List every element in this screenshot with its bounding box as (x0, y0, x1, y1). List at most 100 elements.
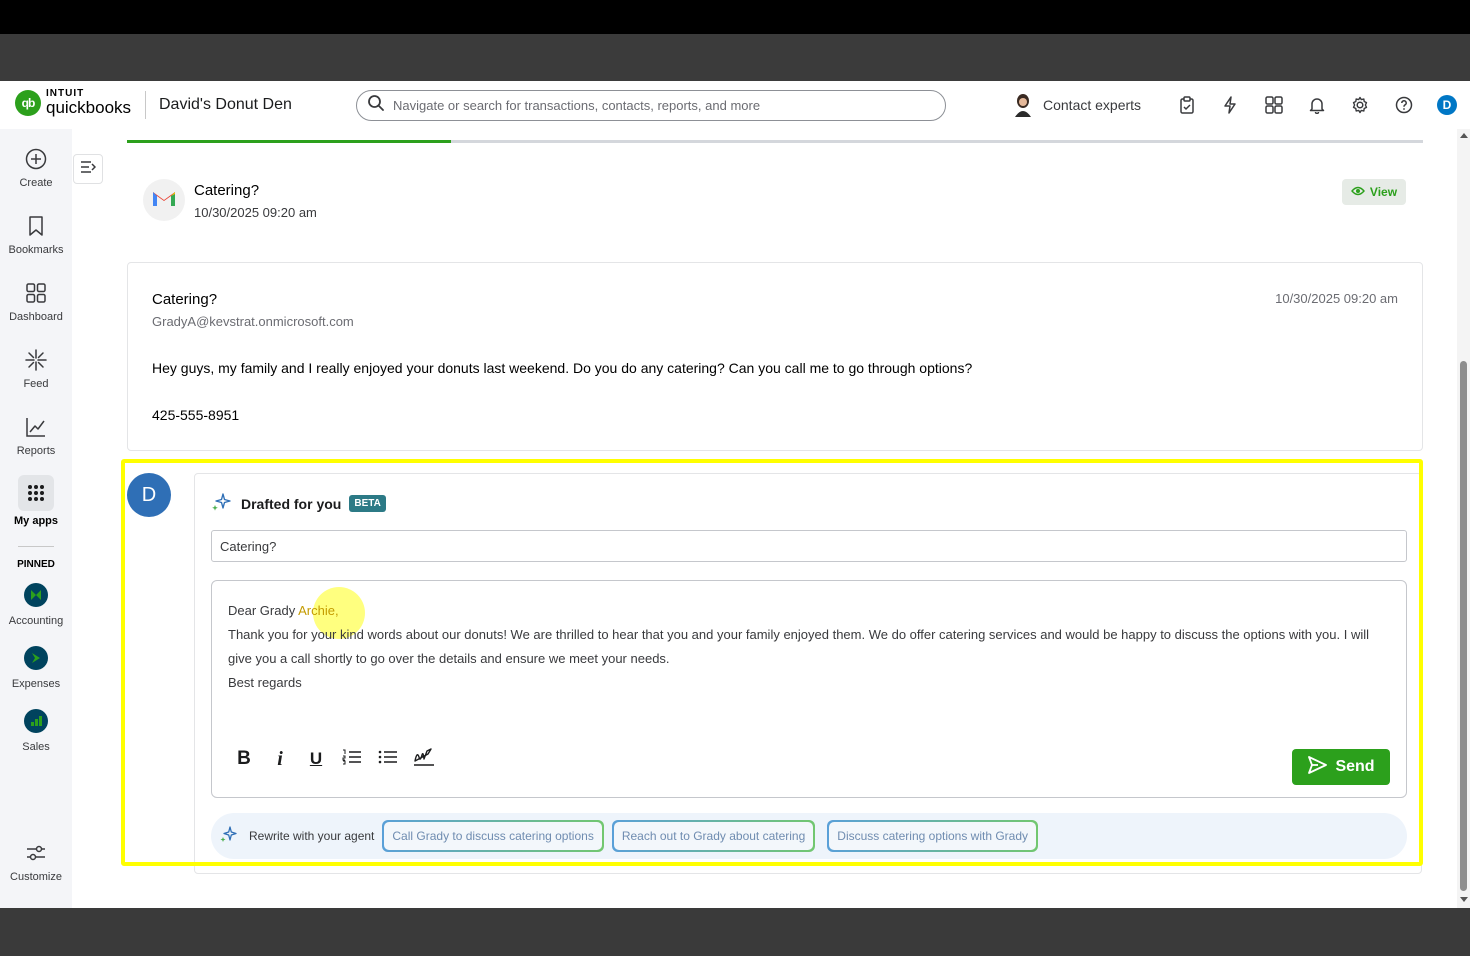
draft-body-editor[interactable]: Dear Grady Archie, Thank you for your ki… (211, 580, 1407, 798)
sidebar-item-expenses[interactable]: Expenses (0, 646, 72, 690)
sidebar-item-label: Sales (22, 741, 50, 753)
numbered-list-button[interactable] (342, 749, 362, 769)
reports-icon (24, 415, 48, 439)
tab-conversations-active-indicator[interactable] (127, 140, 451, 143)
apps-grid-icon (18, 475, 54, 511)
dashboard-icon (24, 281, 48, 305)
italic-icon: i (277, 747, 283, 770)
gear-icon[interactable] (1350, 95, 1370, 115)
sidebar-item-label: Bookmarks (8, 244, 64, 256)
send-button[interactable]: Send (1292, 749, 1390, 785)
screen-grey-band (0, 34, 1470, 81)
draft-paragraph: Thank you for your kind words about our … (228, 627, 1370, 666)
conversation-date: 10/30/2025 09:20 am (194, 205, 317, 220)
signature-icon (413, 747, 435, 772)
user-avatar[interactable]: D (1437, 95, 1457, 115)
numbered-list-icon (342, 749, 362, 770)
screen-bottom-band (0, 908, 1470, 956)
contact-experts-button[interactable]: Contact experts (1013, 93, 1141, 117)
app-window: qb INTUIT quickbooks David's Donut Den C… (0, 81, 1470, 908)
message-card: Catering? GradyA@kevstrat.onmicrosoft.co… (127, 262, 1423, 451)
sales-icon (24, 709, 48, 733)
sparkle-icon (211, 491, 233, 516)
italic-button[interactable]: i (270, 747, 290, 770)
sidebar-item-accounting[interactable]: Accounting (0, 583, 72, 627)
sidebar-item-label: Expenses (11, 678, 61, 690)
signature-button[interactable] (413, 747, 435, 772)
bookmark-icon (24, 214, 48, 238)
underline-button[interactable]: U (306, 749, 326, 769)
message-date: 10/30/2025 09:20 am (1275, 291, 1398, 306)
quickbooks-logo-icon: qb (15, 89, 41, 116)
gmail-icon (152, 189, 176, 212)
draft-signoff: Best regards (228, 675, 302, 690)
sidebar-item-label: Create (19, 177, 53, 189)
search-input[interactable] (393, 98, 913, 113)
draft-reply-card: Drafted for you BETA Dear Grady Archie, … (194, 473, 1422, 874)
suggestion-chip-call[interactable]: Call Grady to discuss catering options (382, 820, 604, 852)
sidebar-item-feed[interactable]: Feed (0, 348, 72, 390)
collapse-panel-button[interactable] (73, 154, 103, 184)
sidebar-item-label: Feed (23, 378, 49, 390)
sidebar-item-customize[interactable]: Customize (0, 841, 72, 883)
bold-icon: B (237, 748, 251, 769)
accounting-icon (24, 583, 48, 607)
sidebar-item-label: Dashboard (9, 311, 63, 323)
formatting-toolbar: B i U (234, 747, 435, 772)
bullet-list-button[interactable] (378, 749, 398, 769)
expenses-icon (24, 646, 48, 670)
lightning-icon[interactable] (1220, 95, 1240, 115)
sidebar-divider (18, 546, 54, 547)
message-phone: 425-555-8951 (152, 407, 240, 423)
draft-subject-field[interactable] (211, 530, 1407, 562)
header-divider (145, 91, 146, 119)
gmail-avatar (143, 179, 185, 221)
view-button[interactable]: View (1342, 179, 1406, 205)
left-sidebar: Create Bookmarks Dashboard Feed Reports … (0, 129, 72, 908)
sidebar-item-label: My apps (13, 515, 58, 527)
draft-greeting: Dear Grady (228, 603, 299, 618)
sliders-icon (24, 841, 48, 865)
sidebar-item-label: Reports (16, 445, 56, 457)
feed-icon (24, 348, 48, 372)
view-button-label: View (1369, 185, 1398, 199)
global-search[interactable] (356, 90, 946, 121)
search-icon (367, 94, 385, 117)
beta-badge: BETA (349, 495, 386, 512)
company-name[interactable]: David's Donut Den (159, 96, 292, 114)
conversation-title: Catering? (194, 182, 260, 199)
quickbooks-logo[interactable]: qb INTUIT quickbooks (15, 89, 131, 116)
sidebar-item-my-apps[interactable]: My apps (0, 475, 72, 527)
sidebar-item-dashboard[interactable]: Dashboard (0, 281, 72, 323)
scroll-up-arrow-icon[interactable] (1460, 133, 1468, 138)
help-icon[interactable] (1394, 95, 1414, 115)
sidebar-item-create[interactable]: Create (0, 147, 72, 189)
collapse-panel-icon (80, 160, 97, 178)
scroll-down-arrow-icon[interactable] (1460, 897, 1468, 902)
apps-switch-icon[interactable] (1264, 95, 1284, 115)
message-body: Hey guys, my family and I really enjoyed… (152, 360, 973, 376)
bullet-list-icon (378, 749, 398, 770)
suggestion-chip-label: Reach out to Grady about catering (613, 822, 814, 850)
underline-icon: U (309, 749, 323, 768)
contact-experts-label: Contact experts (1043, 97, 1142, 113)
draft-body-text[interactable]: Dear Grady Archie, Thank you for your ki… (228, 599, 1378, 695)
bold-button[interactable]: B (234, 748, 254, 769)
sidebar-item-bookmarks[interactable]: Bookmarks (0, 214, 72, 256)
logo-quickbooks-text: quickbooks (46, 98, 132, 117)
draft-title: Drafted for you (241, 495, 342, 512)
rewrite-with-agent-bar: Rewrite with your agent Call Grady to di… (211, 813, 1407, 859)
plus-circle-icon (24, 147, 48, 171)
sidebar-item-reports[interactable]: Reports (0, 415, 72, 457)
pinned-heading: PINNED (17, 559, 55, 570)
suggestion-chip-reach-out[interactable]: Reach out to Grady about catering (611, 820, 816, 852)
notification-bell-icon[interactable] (1307, 95, 1327, 115)
expert-avatar-icon (1013, 93, 1033, 117)
scrollbar-thumb[interactable] (1460, 361, 1467, 891)
draft-header: Drafted for you BETA (211, 491, 386, 516)
sidebar-item-sales[interactable]: Sales (0, 709, 72, 753)
clipboard-icon[interactable] (1177, 95, 1197, 115)
eye-icon (1350, 185, 1365, 199)
message-sender: GradyA@kevstrat.onmicrosoft.com (152, 314, 354, 329)
suggestion-chip-discuss[interactable]: Discuss catering options with Grady (827, 820, 1039, 852)
